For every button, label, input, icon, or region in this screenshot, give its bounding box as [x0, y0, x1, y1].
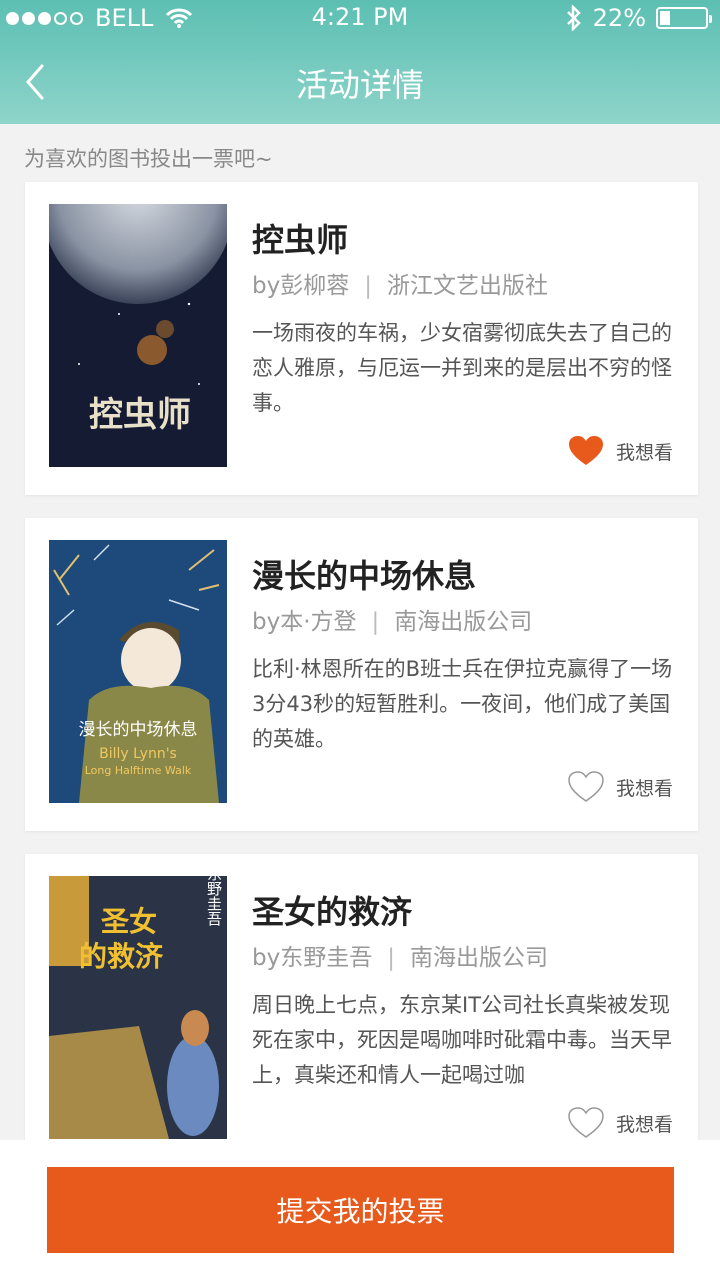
want-to-read-button[interactable]: 我想看: [568, 771, 673, 803]
book-cover[interactable]: 漫长的中场休息 Billy Lynn's Long Halftime Walk: [49, 540, 227, 803]
meta-separator: |: [371, 609, 380, 635]
book-cover[interactable]: 控虫师: [49, 204, 227, 467]
submit-vote-button[interactable]: 提交我的投票: [47, 1167, 674, 1253]
book-publisher: 南海出版公司: [394, 609, 533, 635]
cover-title-text: 控虫师: [89, 395, 191, 435]
heart-outline-icon: [568, 771, 604, 802]
cover-image: 圣女 的救济 东野圭吾: [49, 876, 227, 1139]
book-meta: by本·方登 | 南海出版公司: [252, 602, 532, 636]
want-label: 我想看: [615, 777, 673, 800]
bluetooth-icon: [566, 5, 581, 31]
battery-percent: 22%: [592, 4, 646, 32]
heart-outline-icon: [568, 1107, 604, 1138]
book-cover[interactable]: 圣女 的救济 东野圭吾: [49, 876, 227, 1139]
book-author: by本·方登: [252, 609, 357, 635]
cover-image: 漫长的中场休息 Billy Lynn's Long Halftime Walk: [49, 540, 227, 803]
battery-icon: [656, 7, 712, 29]
cover-title-text: 漫长的中场休息: [79, 720, 198, 740]
book-title: 漫长的中场休息: [252, 557, 477, 595]
want-to-read-button[interactable]: 我想看: [568, 435, 673, 467]
status-right-group: 22%: [565, 4, 712, 32]
book-description: 比利·林恩所在的B班士兵在伊拉克赢得了一场3分43秒的短暂胜利。一夜间，他们成了…: [252, 657, 673, 751]
cover-author-text: 东野圭吾: [205, 876, 223, 926]
book-meta: by东野圭吾 | 南海出版公司: [252, 938, 548, 972]
meta-separator: |: [364, 273, 372, 299]
cover-subtitle-text: Long Halftime Walk: [85, 764, 192, 777]
status-bar: BELL 4:21 PM 22%: [0, 0, 720, 36]
header: BELL 4:21 PM 22% 活动详情: [0, 0, 720, 124]
book-author: by东野圭吾: [252, 945, 373, 971]
book-publisher: 南海出版公司: [409, 945, 548, 971]
book-card: 漫长的中场休息 Billy Lynn's Long Halftime Walk …: [25, 518, 698, 831]
book-meta: by彭柳蓉 | 浙江文艺出版社: [252, 266, 548, 300]
intro-text: 为喜欢的图书投出一票吧~: [24, 147, 273, 171]
cover-image: 控虫师: [49, 204, 227, 467]
book-title: 圣女的救济: [252, 893, 413, 931]
want-to-read-button[interactable]: 我想看: [568, 1107, 673, 1139]
want-label: 我想看: [615, 1113, 673, 1136]
footer: 提交我的投票: [0, 1140, 720, 1280]
book-description: 周日晚上七点，东京某IT公司社长真柴被发现死在家中，死因是喝咖啡时砒霜中毒。当天…: [252, 993, 672, 1087]
heart-filled-icon: [568, 436, 603, 465]
want-label: 我想看: [615, 441, 673, 464]
book-author: by彭柳蓉: [252, 273, 350, 299]
book-card: 控虫师 控虫师 by彭柳蓉 | 浙江文艺出版社 一场雨夜的车祸，少女宿雾彻底失去了自…: [25, 182, 698, 495]
book-publisher: 浙江文艺出版社: [386, 273, 548, 299]
cover-title-text: 圣女: [101, 905, 157, 938]
cover-title-text: 的救济: [79, 940, 164, 973]
meta-separator: |: [387, 945, 395, 971]
page-title: 活动详情: [295, 66, 424, 104]
book-card: 圣女 的救济 东野圭吾 圣女的救济 by东野圭吾 | 南海出版公司 周日晚上七点，东…: [25, 854, 698, 1167]
cover-subtitle-text: Billy Lynn's: [99, 746, 177, 762]
book-description: 一场雨夜的车祸，少女宿雾彻底失去了自己的恋人雅原，与厄运一并到来的是层出不穷的怪…: [252, 321, 672, 415]
book-title: 控虫师: [252, 221, 349, 259]
